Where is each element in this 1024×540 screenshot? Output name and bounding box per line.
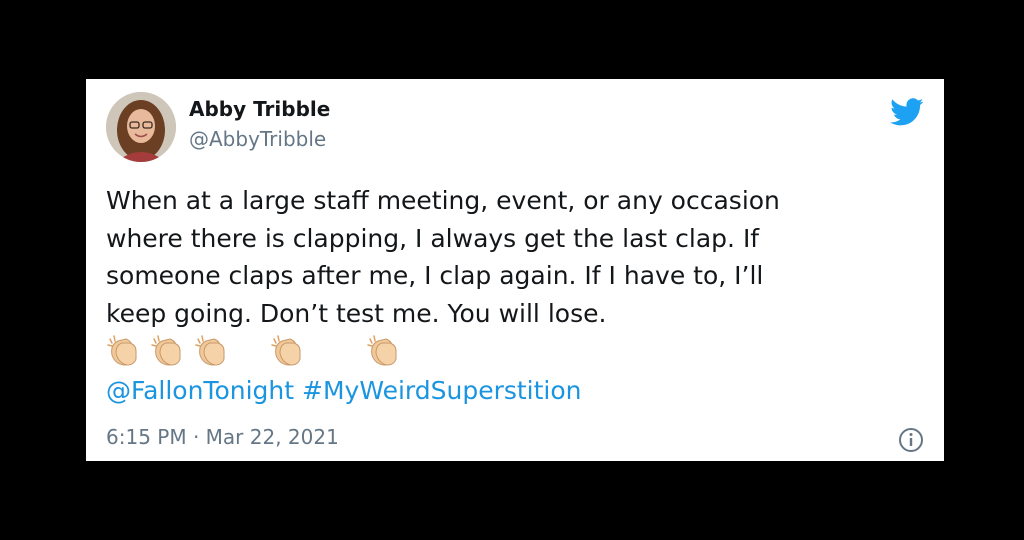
user-handle[interactable]: @AbbyTribble <box>189 127 326 151</box>
hashtag-link[interactable]: #MyWeirdSuperstition <box>302 376 582 405</box>
clapping-hands-icon <box>195 335 225 366</box>
clapping-hands-icon <box>271 335 301 366</box>
tweet-links: @FallonTonight #MyWeirdSuperstition <box>106 371 582 411</box>
twitter-bird-icon[interactable] <box>888 95 926 129</box>
clapping-hands-icon <box>151 335 181 366</box>
clapping-hands-icon <box>107 335 137 366</box>
tweet-timestamp[interactable]: 6:15 PM · Mar 22, 2021 <box>106 425 339 449</box>
tweet-card: Abby Tribble @AbbyTribble When at a larg… <box>86 79 944 461</box>
emoji-row <box>106 331 606 371</box>
tweet-text: When at a large staff meeting, event, or… <box>106 186 780 328</box>
display-name[interactable]: Abby Tribble <box>189 97 330 121</box>
avatar[interactable] <box>106 92 176 162</box>
clapping-hands-icon <box>367 335 397 366</box>
info-icon[interactable] <box>898 427 924 453</box>
mention-link[interactable]: @FallonTonight <box>106 376 294 405</box>
